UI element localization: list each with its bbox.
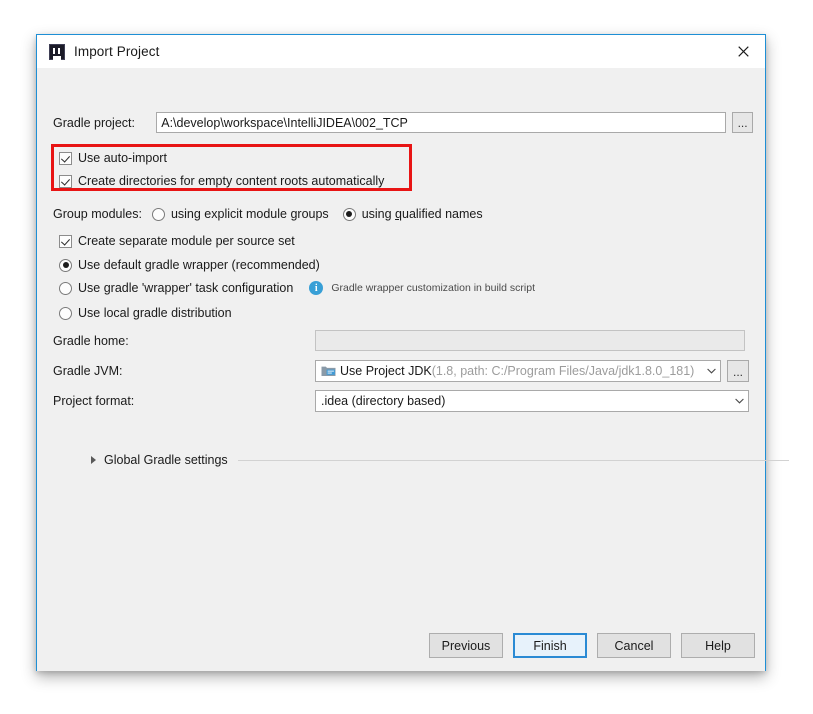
section-separator bbox=[237, 459, 789, 461]
jdk-folder-icon bbox=[321, 365, 336, 377]
create-directories-label: Create directories for empty content roo… bbox=[78, 174, 385, 188]
dialog-titlebar: Import Project bbox=[37, 35, 765, 68]
dialog-button-bar: Previous Finish Cancel Help bbox=[37, 633, 765, 658]
use-wrapper-task-label: Use gradle 'wrapper' task configuration bbox=[78, 281, 294, 295]
gradle-project-row: Gradle project: A:\develop\workspace\Int… bbox=[53, 112, 753, 133]
gradle-project-label: Gradle project: bbox=[53, 115, 135, 130]
group-modules-row: Group modules: using explicit module gro… bbox=[53, 207, 483, 221]
gradle-home-input[interactable] bbox=[315, 330, 745, 351]
finish-button[interactable]: Finish bbox=[513, 633, 587, 658]
use-local-distribution-label: Use local gradle distribution bbox=[78, 306, 232, 320]
use-auto-import-label: Use auto-import bbox=[78, 151, 167, 165]
gradle-jvm-value: Use Project JDK bbox=[340, 364, 432, 378]
use-default-wrapper-row[interactable]: Use default gradle wrapper (recommended) bbox=[59, 258, 320, 272]
group-modules-qualified-radio[interactable] bbox=[342, 207, 356, 221]
gradle-jvm-combobox[interactable]: Use Project JDK (1.8, path: C:/Program F… bbox=[315, 360, 721, 382]
dialog-content: Gradle project: A:\develop\workspace\Int… bbox=[37, 68, 789, 671]
wrapper-hint-group: i Gradle wrapper customization in build … bbox=[309, 281, 535, 295]
close-button[interactable] bbox=[721, 35, 765, 67]
import-project-dialog: Import Project Gradle project: A:\develo… bbox=[36, 34, 789, 671]
cancel-button[interactable]: Cancel bbox=[597, 633, 671, 658]
create-separate-module-row[interactable]: Create separate module per source set bbox=[59, 234, 295, 248]
gradle-jvm-row: Gradle JVM: Use Project JDK (1.8, path: … bbox=[53, 360, 763, 382]
use-auto-import-row[interactable]: Use auto-import bbox=[59, 151, 167, 165]
chevron-right-icon[interactable] bbox=[91, 456, 96, 464]
group-modules-qualified-label: using qualified names bbox=[361, 207, 483, 221]
wrapper-hint-text: Gradle wrapper customization in build sc… bbox=[331, 282, 535, 294]
gradle-home-label: Gradle home: bbox=[53, 333, 129, 348]
previous-button[interactable]: Previous bbox=[429, 633, 503, 658]
use-wrapper-task-row[interactable]: Use gradle 'wrapper' task configuration … bbox=[59, 281, 535, 295]
group-modules-explicit-radio[interactable] bbox=[151, 207, 165, 221]
use-wrapper-task-radio[interactable] bbox=[59, 281, 72, 295]
gradle-jvm-detail: (1.8, path: C:/Program Files/Java/jdk1.8… bbox=[431, 364, 695, 378]
chevron-down-icon[interactable] bbox=[702, 361, 720, 381]
project-format-combobox[interactable]: .idea (directory based) bbox=[315, 390, 749, 412]
close-icon bbox=[737, 45, 749, 57]
gradle-project-input[interactable]: A:\develop\workspace\IntelliJIDEA\002_TC… bbox=[156, 112, 727, 133]
create-directories-row[interactable]: Create directories for empty content roo… bbox=[59, 174, 384, 188]
group-modules-explicit-label: using explicit module groups bbox=[170, 207, 329, 221]
create-separate-module-checkbox[interactable] bbox=[59, 234, 72, 248]
create-directories-checkbox[interactable] bbox=[59, 174, 72, 188]
help-button[interactable]: Help bbox=[681, 633, 755, 658]
use-local-distribution-radio[interactable] bbox=[59, 306, 72, 320]
project-format-label: Project format: bbox=[53, 394, 135, 408]
use-auto-import-checkbox[interactable] bbox=[59, 151, 72, 165]
gradle-project-browse-button[interactable]: ... bbox=[732, 112, 753, 133]
gradle-home-row: Gradle home: bbox=[53, 330, 763, 351]
project-format-row: Project format: .idea (directory based) bbox=[53, 390, 763, 412]
use-local-distribution-row[interactable]: Use local gradle distribution bbox=[59, 306, 232, 320]
use-default-wrapper-radio[interactable] bbox=[59, 258, 72, 272]
use-default-wrapper-label: Use default gradle wrapper (recommended) bbox=[78, 258, 320, 272]
global-gradle-settings-label: Global Gradle settings bbox=[104, 453, 228, 467]
group-modules-label: Group modules: bbox=[53, 207, 142, 221]
create-separate-module-label: Create separate module per source set bbox=[78, 234, 295, 248]
gradle-jvm-label: Gradle JVM: bbox=[53, 364, 123, 378]
project-format-value: .idea (directory based) bbox=[321, 394, 446, 408]
dialog-title: Import Project bbox=[74, 44, 160, 59]
global-gradle-settings-row[interactable]: Global Gradle settings bbox=[91, 453, 795, 467]
gradle-jvm-browse-button[interactable]: ... bbox=[727, 360, 749, 382]
intellij-idea-icon bbox=[49, 43, 65, 60]
info-icon: i bbox=[309, 281, 324, 295]
chevron-down-icon[interactable] bbox=[730, 391, 748, 411]
